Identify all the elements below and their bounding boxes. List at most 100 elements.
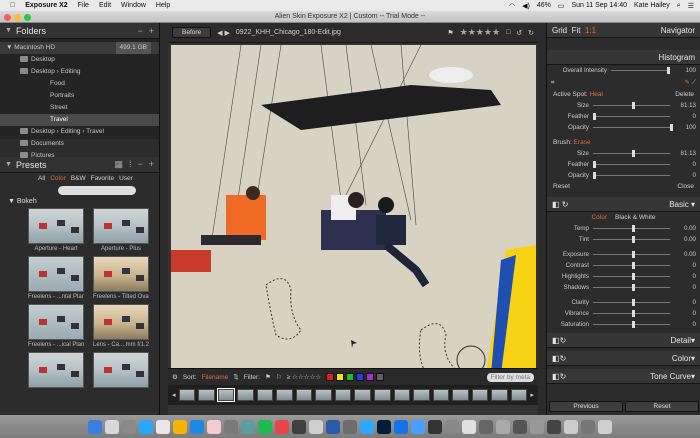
minimize-window-button[interactable]	[14, 14, 21, 21]
metadata-search-input[interactable]: Filter by meta	[486, 372, 534, 382]
user-name[interactable]: Kate Hailey	[634, 2, 670, 9]
tab-color[interactable]: Color	[50, 175, 66, 182]
tree-item[interactable]: Food	[0, 78, 159, 90]
dock-app-icon[interactable]	[411, 419, 425, 434]
clock[interactable]: Sun 11 Sep 14:40	[571, 2, 627, 9]
preset-item[interactable]: Freelens - Tilted Oval	[93, 256, 153, 302]
section-header[interactable]: ◧ ↻ Color ▾	[547, 351, 700, 366]
add-preset-icon[interactable]: +	[149, 159, 154, 170]
filter-rating[interactable]: ≥ ☆☆☆☆☆	[287, 373, 322, 381]
battery-percent[interactable]: 46%	[537, 2, 551, 9]
trash-icon[interactable]	[598, 419, 612, 434]
filmstrip-next-icon[interactable]: ▸	[530, 391, 534, 399]
presets-header[interactable]: ▼ Presets ▦ ⁞ − +	[0, 157, 159, 173]
slider-knob[interactable]	[631, 299, 635, 306]
drive-row[interactable]: ▼ Macintosh HD 499.1 GB	[0, 42, 159, 54]
slider-knob[interactable]	[593, 172, 596, 179]
reset-panel-icon[interactable]: ↻	[560, 354, 567, 363]
filmstrip-thumbnail[interactable]	[295, 389, 313, 401]
tree-item[interactable]: Portraits	[0, 90, 159, 102]
spot-mode-select[interactable]: Heal	[590, 91, 603, 98]
settings-gear-icon[interactable]: ⚙	[172, 373, 178, 381]
tree-item[interactable]: Documents	[0, 138, 159, 150]
panel-toggle-icon[interactable]: ◧	[552, 354, 560, 363]
reset-panel-icon[interactable]: ↻	[560, 336, 567, 345]
rotate-right-icon[interactable]: ↻	[528, 29, 534, 37]
slider-knob[interactable]	[593, 161, 596, 168]
preset-item[interactable]: Aperture - Heart	[28, 208, 88, 254]
filmstrip-thumbnail[interactable]	[216, 388, 236, 402]
navigator-header[interactable]: Grid Fit 1:1 Navigator	[547, 23, 700, 38]
dock-app-icon[interactable]	[241, 419, 255, 434]
menu-file[interactable]: File	[78, 2, 89, 9]
menu-help[interactable]: Help	[156, 2, 170, 9]
drive-triangle-icon[interactable]: ▼	[6, 42, 14, 54]
brush-mode-select[interactable]: Erase	[574, 139, 591, 146]
spot-slider[interactable]: Size 81.13	[547, 100, 700, 111]
brush-slider[interactable]: Opacity 0	[547, 170, 700, 181]
tree-item[interactable]: Street	[0, 102, 159, 114]
section-header[interactable]: ◧ ↻ Tone Curve ▾	[547, 369, 700, 384]
color-label-icon[interactable]: □	[506, 29, 510, 36]
chevron-down-icon[interactable]: ▾	[691, 336, 695, 345]
slider-knob[interactable]	[631, 273, 635, 280]
brush-icon[interactable]: ✎	[685, 79, 690, 86]
slider-knob[interactable]	[631, 310, 635, 317]
preset-item[interactable]: Lens - Ca....mm f/1.2L	[93, 304, 153, 350]
menu-window[interactable]: Window	[121, 2, 146, 9]
tab-favorite[interactable]: Favorite	[91, 175, 114, 182]
histogram-header[interactable]: Histogram	[547, 50, 700, 65]
zoom-1to1[interactable]: 1:1	[585, 26, 596, 35]
dock-app-icon[interactable]	[88, 419, 102, 434]
color-swatch[interactable]	[326, 373, 335, 381]
add-folder-icon[interactable]: +	[149, 26, 154, 36]
filmstrip-thumbnail[interactable]	[491, 389, 508, 401]
slider-knob[interactable]	[631, 321, 635, 328]
filter-flag-icon[interactable]: ⚑	[265, 373, 271, 381]
wifi-icon[interactable]: ◠	[509, 2, 515, 10]
filmstrip-thumbnail[interactable]	[373, 389, 391, 401]
preset-search-input[interactable]	[58, 186, 136, 195]
chevron-down-icon[interactable]: ▾	[691, 200, 695, 209]
folders-header[interactable]: ▼ Folders − +	[0, 23, 159, 39]
dock-app-icon[interactable]	[173, 419, 187, 434]
reset-panel-icon[interactable]: ↻	[560, 372, 567, 381]
battery-icon[interactable]: ▭	[558, 2, 565, 10]
chevron-down-icon[interactable]: ▾	[691, 372, 695, 381]
section-header[interactable]: ◧ ↻ Detail ▾	[547, 333, 700, 348]
preset-item[interactable]: Freelens - ...ical Plane	[28, 304, 88, 350]
dock-app-icon[interactable]	[122, 419, 136, 434]
search-icon[interactable]: ⌕	[677, 2, 681, 10]
dock-app-icon[interactable]	[343, 419, 357, 434]
basic-slider[interactable]: Temp 0.00	[547, 223, 700, 234]
slider-knob[interactable]	[631, 236, 635, 243]
previous-button[interactable]: Previous	[549, 401, 623, 412]
dock-app-icon[interactable]	[530, 419, 544, 434]
basic-slider[interactable]: Highlights 0	[547, 271, 700, 282]
spot-slider[interactable]: Feather 0	[547, 111, 700, 122]
before-button[interactable]: Before	[172, 27, 212, 38]
filmstrip-thumbnail[interactable]	[198, 389, 215, 401]
basic-slider[interactable]: Shadows 0	[547, 282, 700, 293]
color-swatch[interactable]	[356, 373, 365, 381]
delete-spot-button[interactable]: Delete	[675, 91, 694, 98]
panel-toggle-icon[interactable]: ◧	[552, 372, 560, 381]
basic-slider[interactable]: Clarity 0	[547, 297, 700, 308]
filmstrip-thumbnail[interactable]	[510, 389, 528, 401]
close-window-button[interactable]	[4, 14, 11, 21]
filmstrip-prev-icon[interactable]: ◂	[172, 391, 176, 399]
tab-bw-mode[interactable]: Black & White	[615, 214, 655, 221]
slider-knob[interactable]	[631, 251, 635, 258]
basic-slider[interactable]: Contrast 0	[547, 260, 700, 271]
chevron-down-icon[interactable]: ▾	[691, 354, 695, 363]
filmstrip-thumbnail[interactable]	[178, 389, 196, 401]
dock-app-icon[interactable]	[496, 419, 510, 434]
dock-app-icon[interactable]	[207, 419, 221, 434]
dock-app-icon[interactable]	[394, 419, 408, 434]
reset-panel-icon[interactable]: ↻	[562, 200, 569, 209]
tree-item[interactable]: Desktop › Editing	[0, 66, 159, 78]
spot-slider[interactable]: Opacity 100	[547, 122, 700, 133]
brush-close-button[interactable]: Close	[677, 183, 694, 190]
dock-app-icon[interactable]	[190, 419, 204, 434]
basic-header[interactable]: ◧ ↻ Basic ▾	[547, 197, 700, 212]
